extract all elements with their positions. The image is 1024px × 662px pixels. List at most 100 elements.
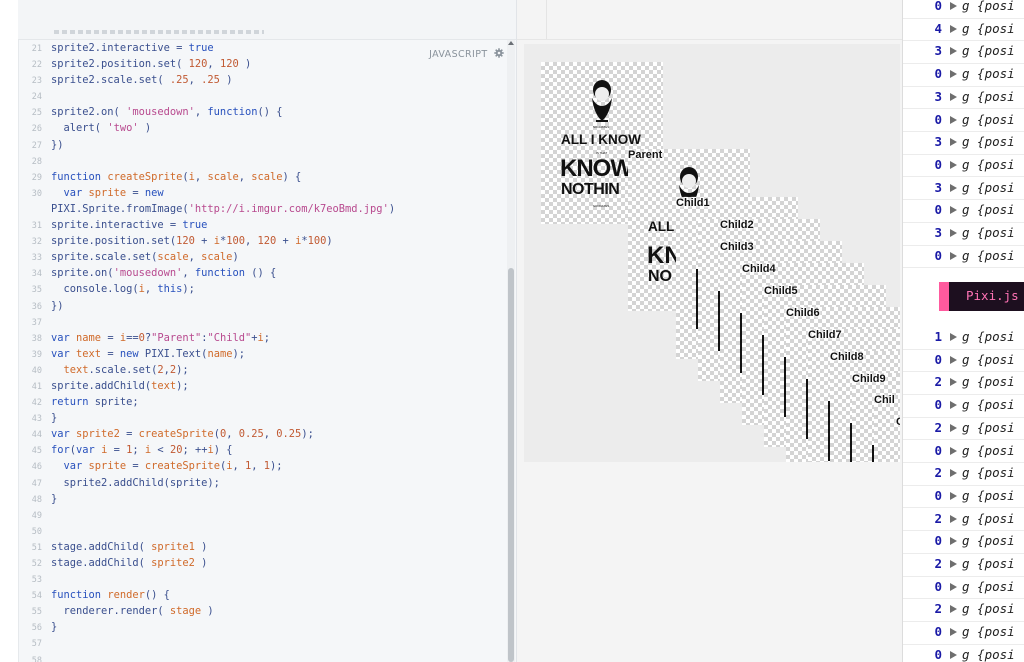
console-log-row[interactable]: 0 g {posi xyxy=(903,621,1024,645)
console-log-row[interactable]: 0 g {posi xyxy=(903,245,1024,269)
code-line[interactable]: 25 sprite2.on( 'mousedown', function() { xyxy=(18,104,506,120)
code-line[interactable]: 40 text.scale.set(2,2); xyxy=(18,362,506,378)
expand-triangle-icon[interactable] xyxy=(950,605,957,614)
console-log-row[interactable]: 3 g {posi xyxy=(903,177,1024,201)
console-log-row[interactable]: 0 g {posi xyxy=(903,349,1024,373)
console-log-row[interactable]: 2 g {posi xyxy=(903,371,1024,395)
expand-triangle-icon[interactable] xyxy=(950,92,957,101)
devtools-console[interactable]: 0 g {posi 4 g {posi 3 g {posi 0 g {posi 3 g {posi… xyxy=(903,0,1024,662)
expand-triangle-icon[interactable] xyxy=(950,229,957,237)
code-line[interactable]: 32 sprite.position.set(120 + i*100, 120 +… xyxy=(18,233,506,249)
pixi-stage-canvas[interactable]: SOCRATES ALL I KNOW IS THAT KNOW NOTHIN … xyxy=(524,44,900,462)
code-area[interactable]: 21 sprite2.interactive = true 22 sprite2.po… xyxy=(18,40,506,662)
expand-triangle-icon[interactable] xyxy=(950,582,957,591)
code-line[interactable]: 34 sprite.on('mousedown', function () { xyxy=(18,265,506,281)
console-log-row[interactable]: 2 g {posi xyxy=(903,553,1024,577)
console-log-row[interactable]: 0 g {posi xyxy=(903,644,1024,662)
expand-triangle-icon[interactable] xyxy=(950,423,957,432)
expand-triangle-icon[interactable] xyxy=(950,401,957,410)
console-log-row[interactable]: 4 g {posi xyxy=(903,18,1024,42)
console-log-row[interactable]: 0 g {posi xyxy=(903,394,1024,418)
code-line[interactable]: 56} xyxy=(18,619,506,635)
code-line[interactable]: 41 sprite.addChild(text); xyxy=(18,378,506,394)
expand-triangle-icon[interactable] xyxy=(950,650,957,659)
code-line[interactable]: 27}) xyxy=(18,137,506,153)
console-log-row[interactable]: 2 g {posi xyxy=(903,462,1024,486)
console-log-row[interactable]: 1 g {posi xyxy=(903,326,1024,350)
code-line[interactable]: 50 xyxy=(18,523,506,539)
code-line[interactable]: 39 var text = new PIXI.Text(name); xyxy=(18,346,506,362)
code-line[interactable]: 22 sprite2.position.set( 120, 120 ) xyxy=(18,56,506,72)
code-line[interactable]: 46 var sprite = createSprite(i, 1, 1); xyxy=(18,458,506,474)
console-log-row[interactable]: 0 g {posi xyxy=(903,63,1024,87)
expand-triangle-icon[interactable] xyxy=(950,560,957,568)
code-line[interactable]: 48} xyxy=(18,491,506,507)
console-log-row[interactable]: 0 g {posi xyxy=(903,109,1024,133)
expand-triangle-icon[interactable] xyxy=(950,183,957,192)
code-line[interactable]: 21 sprite2.interactive = true xyxy=(18,40,506,56)
expand-triangle-icon[interactable] xyxy=(950,206,957,215)
console-log-row[interactable]: 3 g {posi xyxy=(903,86,1024,110)
code-line[interactable]: 58 xyxy=(18,652,506,662)
console-log-row[interactable]: 2 g {posi xyxy=(903,417,1024,441)
expand-triangle-icon[interactable] xyxy=(950,514,957,523)
code-line[interactable]: 49 xyxy=(18,507,506,523)
expand-triangle-icon[interactable] xyxy=(950,251,957,260)
code-line[interactable]: 30 var sprite = new xyxy=(18,185,506,201)
console-log-row[interactable]: 3 g {posi xyxy=(903,222,1024,246)
console-log-row[interactable]: 0 g {posi xyxy=(903,485,1024,509)
code-line[interactable]: 51 stage.addChild( sprite1 ) xyxy=(18,539,506,555)
console-log-row[interactable]: 2 g {posi xyxy=(903,508,1024,532)
code-line[interactable]: 37 xyxy=(18,314,506,330)
expand-triangle-icon[interactable] xyxy=(950,537,957,546)
console-log-row[interactable]: 3 g {posi xyxy=(903,40,1024,64)
code-line[interactable]: 43} xyxy=(18,410,506,426)
console-log-row[interactable]: 2 g {posi xyxy=(903,598,1024,622)
code-line[interactable]: 24 xyxy=(18,88,506,104)
code-line[interactable]: PIXI.Sprite.fromImage('http://i.imgur.co… xyxy=(18,201,506,217)
expand-triangle-icon[interactable] xyxy=(950,378,957,387)
scroll-up-arrow-icon[interactable] xyxy=(508,41,514,45)
code-line[interactable]: 47 sprite2.addChild(sprite); xyxy=(18,475,506,491)
expand-triangle-icon[interactable] xyxy=(950,70,957,79)
code-line[interactable]: 23 sprite2.scale.set( .25, .25 ) xyxy=(18,72,506,88)
code-line[interactable]: 36}) xyxy=(18,298,506,314)
code-line[interactable]: 45 for(var i = 1; i < 20; ++i) { xyxy=(18,442,506,458)
code-line[interactable]: 35 console.log(i, this); xyxy=(18,281,506,297)
expand-triangle-icon[interactable] xyxy=(950,469,957,478)
scrollbar-thumb[interactable] xyxy=(508,268,514,662)
code-line[interactable]: 44 var sprite2 = createSprite(0, 0.25, 0.… xyxy=(18,426,506,442)
code-editor-panel[interactable]: JAVASCRIPT 21 sprite2.interactive = true 2… xyxy=(0,0,517,662)
expand-triangle-icon[interactable] xyxy=(950,355,957,364)
expand-triangle-icon[interactable] xyxy=(950,491,957,500)
console-log-row[interactable]: 0 g {posi xyxy=(903,530,1024,554)
console-log-row[interactable]: 0 g {posi xyxy=(903,0,1024,19)
code-line[interactable]: 57 xyxy=(18,635,506,651)
expand-triangle-icon[interactable] xyxy=(950,47,957,56)
code-line[interactable]: 54 function render() { xyxy=(18,587,506,603)
code-line[interactable]: 55 renderer.render( stage ) xyxy=(18,603,506,619)
console-log-row[interactable]: 0 g {posi xyxy=(903,199,1024,223)
code-line[interactable]: 29 function createSprite(i, scale, scale)… xyxy=(18,169,506,185)
code-line[interactable]: 33 sprite.scale.set(scale, scale) xyxy=(18,249,506,265)
expand-triangle-icon[interactable] xyxy=(950,160,957,169)
editor-scrollbar[interactable] xyxy=(507,40,515,662)
console-log-row[interactable]: 0 g {posi xyxy=(903,440,1024,464)
console-log-row[interactable]: 0 g {posi xyxy=(903,576,1024,600)
expand-triangle-icon[interactable] xyxy=(950,333,957,341)
code-line[interactable]: 31 sprite.interactive = true xyxy=(18,217,506,233)
console-log-row[interactable]: 0 g {posi xyxy=(903,154,1024,178)
expand-triangle-icon[interactable] xyxy=(950,115,957,124)
code-line[interactable]: 52 stage.addChild( sprite2 ) xyxy=(18,555,506,571)
expand-triangle-icon[interactable] xyxy=(950,24,957,33)
code-line[interactable]: 28 xyxy=(18,153,506,169)
expand-triangle-icon[interactable] xyxy=(950,2,957,10)
console-log-row[interactable]: 3 g {posi xyxy=(903,131,1024,155)
expand-triangle-icon[interactable] xyxy=(950,446,957,455)
code-line[interactable]: 42 return sprite; xyxy=(18,394,506,410)
code-line[interactable]: 53 xyxy=(18,571,506,587)
code-line[interactable]: 38 var name = i==0?"Parent":"Child"+i; xyxy=(18,330,506,346)
code-line[interactable]: 26 alert( 'two' ) xyxy=(18,120,506,136)
expand-triangle-icon[interactable] xyxy=(950,138,957,147)
expand-triangle-icon[interactable] xyxy=(950,628,957,637)
